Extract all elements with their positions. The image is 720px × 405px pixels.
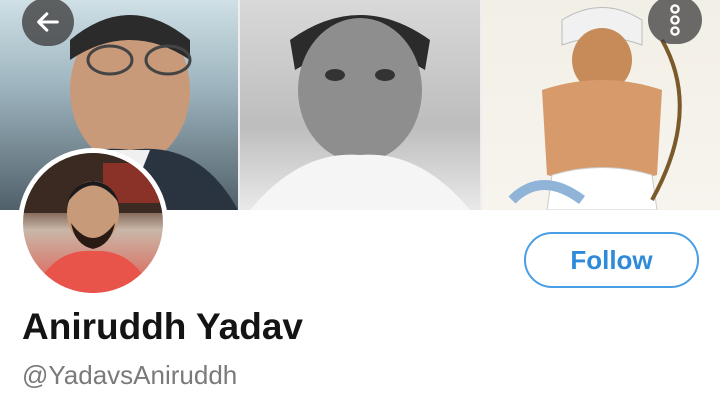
avatar-photo [23, 153, 163, 293]
profile-avatar[interactable] [18, 148, 168, 298]
more-options-button[interactable] [648, 0, 702, 44]
vertical-ellipsis-icon [670, 4, 680, 36]
profile-handle: @YadavsAniruddh [22, 360, 238, 390]
arrow-left-icon [37, 12, 59, 32]
profile-display-name: Aniruddh Yadav [22, 306, 303, 347]
back-button[interactable] [22, 0, 74, 46]
banner-portrait-2 [240, 0, 480, 210]
follow-button[interactable]: Follow [524, 232, 699, 288]
